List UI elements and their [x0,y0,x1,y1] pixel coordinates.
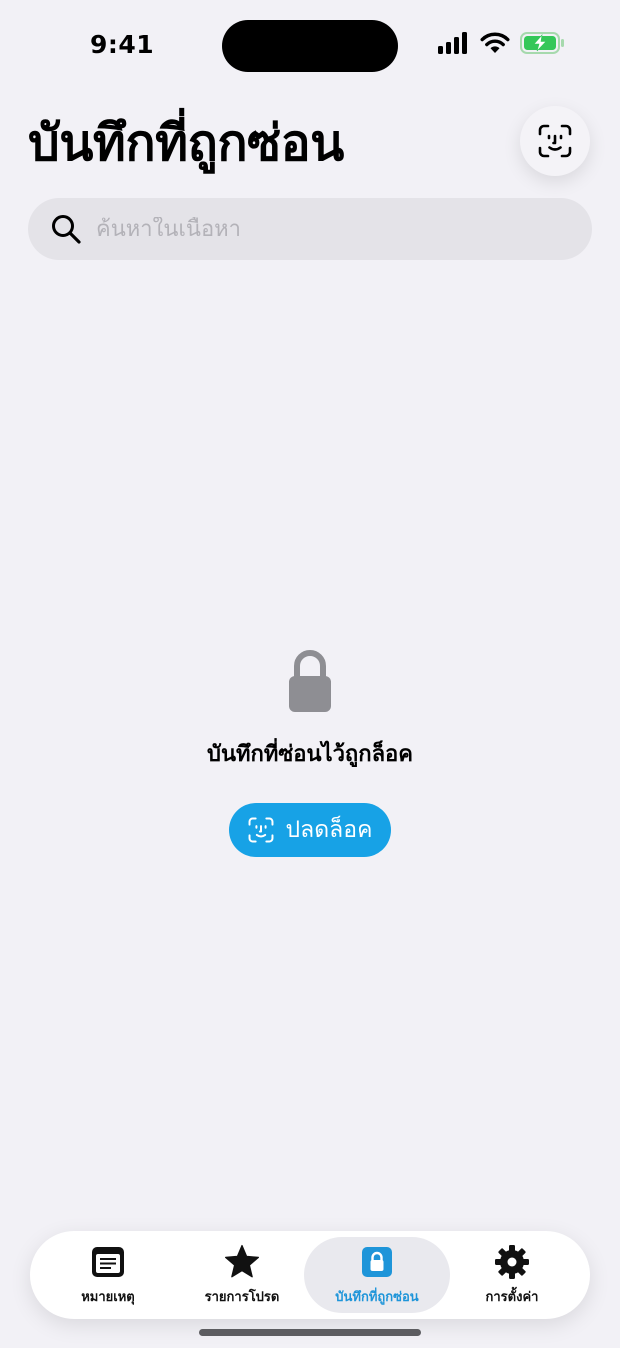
tab-settings[interactable]: การตั้งค่า [456,1237,568,1313]
tab-favorites[interactable]: รายการโปรด [186,1237,298,1313]
star-icon [225,1244,259,1277]
lock-icon [362,1246,392,1277]
tab-bar: หมายเหตุ รายการโปรด บันทึกที่ถูกซ่อน การ… [30,1231,590,1319]
search-input[interactable] [96,216,536,242]
cellular-signal-icon [438,32,467,54]
faceid-button[interactable] [520,106,590,176]
unlock-button-label: ปลดล็อค [285,817,373,843]
tab-notes[interactable]: หมายเหตุ [52,1237,164,1313]
unlock-button[interactable]: ปลดล็อค [229,803,391,857]
notes-icon [92,1246,124,1277]
tab-label: บันทึกที่ถูกซ่อน [335,1289,419,1305]
hidden-notes-screen: 9:41 บันทึกที่ถูกซ่อน ค้นหาในเนื้อหา บัน… [0,0,620,1348]
search-bar[interactable] [28,198,592,260]
home-indicator [199,1329,421,1336]
wifi-icon [480,32,510,53]
status-time: 9:41 [90,30,155,59]
lock-icon [289,650,331,712]
tab-label: รายการโปรด [204,1289,280,1305]
search-icon [52,215,81,244]
battery-charging-icon [520,32,564,54]
dynamic-island [222,20,398,72]
locked-message: บันทึกที่ซ่อนไว้ถูกล็อค [207,742,413,767]
tab-label: หมายเหตุ [81,1289,135,1305]
tab-hidden-notes[interactable]: บันทึกที่ถูกซ่อน [304,1237,450,1313]
faceid-icon [248,817,273,843]
tab-label: การตั้งค่า [485,1289,539,1305]
gear-icon [495,1244,529,1279]
status-icons [438,32,566,54]
page-title: บันทึกที่ถูกซ่อน [28,114,344,172]
faceid-icon [538,124,572,158]
